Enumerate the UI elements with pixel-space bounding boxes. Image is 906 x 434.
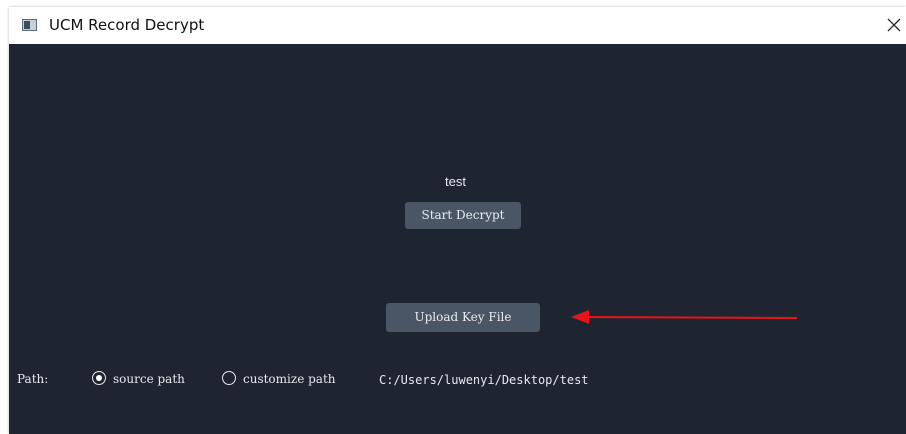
source-path-radio[interactable]	[92, 371, 106, 385]
upload-key-file-button[interactable]: Upload Key File	[386, 303, 540, 332]
customize-path-radio[interactable]	[222, 371, 236, 385]
source-path-radio-label[interactable]: source path	[113, 372, 185, 386]
path-value: C:/Users/luwenyi/Desktop/test	[379, 373, 589, 387]
title-bar[interactable]: UCM Record Decrypt	[9, 7, 906, 44]
start-decrypt-button[interactable]: Start Decrypt	[405, 202, 521, 229]
arrow-left-icon	[571, 310, 798, 324]
main-panel: test Start Decrypt Upload Key File Path:…	[9, 44, 906, 434]
close-icon[interactable]	[884, 15, 904, 35]
path-label: Path:	[17, 372, 49, 386]
customize-path-radio-label[interactable]: customize path	[243, 372, 336, 386]
window-title: UCM Record Decrypt	[49, 16, 205, 34]
path-row: Path: source path customize path C:/User…	[9, 369, 906, 391]
app-window-icon	[22, 19, 37, 31]
status-label: test	[445, 174, 466, 189]
app-window: UCM Record Decrypt test Start Decrypt Up…	[9, 7, 906, 434]
